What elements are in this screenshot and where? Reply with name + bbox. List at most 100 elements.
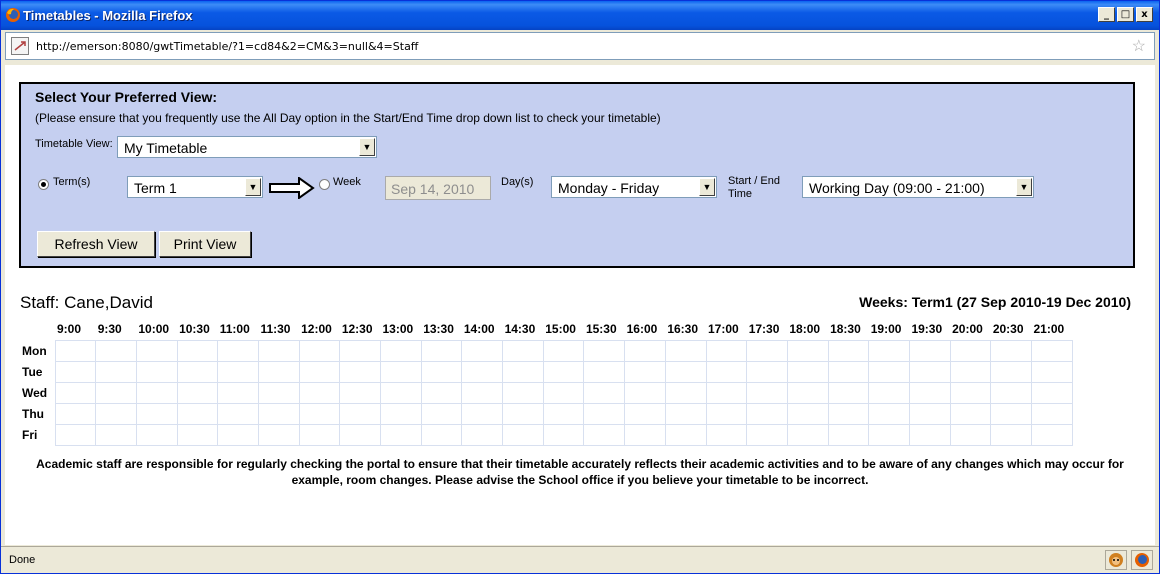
timetable-cell[interactable] <box>908 402 951 425</box>
timetable-cell[interactable] <box>583 339 626 362</box>
timetable-cell[interactable] <box>1031 381 1073 404</box>
timetable-cell[interactable] <box>135 339 178 362</box>
timetable-cell[interactable] <box>176 360 219 383</box>
timetable-cell[interactable] <box>827 402 870 425</box>
timetable-cell[interactable] <box>298 423 341 446</box>
timetable-cell[interactable] <box>95 402 137 425</box>
timetable-cell[interactable] <box>908 423 951 446</box>
timetable-cell[interactable] <box>1031 423 1073 446</box>
timetable-cell[interactable] <box>95 360 137 383</box>
timetable-cell[interactable] <box>420 339 463 362</box>
timetable-cell[interactable] <box>420 423 463 446</box>
timetable-cell[interactable] <box>664 339 707 362</box>
chevron-down-icon[interactable]: ▼ <box>699 178 715 196</box>
timetable-cell[interactable] <box>257 381 300 404</box>
timetable-cell[interactable] <box>624 402 666 425</box>
url-text[interactable]: http://emerson:8080/gwtTimetable/?1=cd84… <box>36 40 418 53</box>
timetable-cell[interactable] <box>298 381 341 404</box>
timetable-cell[interactable] <box>990 381 1032 404</box>
timetable-cell[interactable] <box>664 381 707 404</box>
timetable-cell[interactable] <box>298 402 341 425</box>
timetable-cell[interactable] <box>746 360 788 383</box>
timetable-cell[interactable] <box>1031 402 1073 425</box>
timetable-cell[interactable] <box>176 381 219 404</box>
timetable-cell[interactable] <box>827 423 870 446</box>
timetable-cell[interactable] <box>135 402 178 425</box>
timetable-cell[interactable] <box>705 402 748 425</box>
start-end-time-select[interactable]: Working Day (09:00 - 21:00) ▼ <box>802 176 1034 198</box>
timetable-cell[interactable] <box>461 423 504 446</box>
timetable-cell[interactable] <box>380 381 422 404</box>
timetable-view-select[interactable]: My Timetable ▼ <box>117 136 377 158</box>
timetable-cell[interactable] <box>339 381 381 404</box>
week-radio[interactable] <box>319 179 330 190</box>
timetable-cell[interactable] <box>746 339 788 362</box>
timetable-cell[interactable] <box>868 360 910 383</box>
timetable-cell[interactable] <box>949 423 992 446</box>
timetable-cell[interactable] <box>257 360 300 383</box>
timetable-cell[interactable] <box>583 381 626 404</box>
week-date-input[interactable]: Sep 14, 2010 <box>385 176 491 200</box>
timetable-cell[interactable] <box>502 381 544 404</box>
timetable-cell[interactable] <box>257 402 300 425</box>
timetable-cell[interactable] <box>705 381 748 404</box>
timetable-cell[interactable] <box>217 423 259 446</box>
timetable-cell[interactable] <box>176 423 219 446</box>
timetable-cell[interactable] <box>868 402 910 425</box>
close-button[interactable]: x <box>1136 7 1153 22</box>
timetable-cell[interactable] <box>705 423 748 446</box>
timetable-cell[interactable] <box>1031 360 1073 383</box>
timetable-cell[interactable] <box>908 360 951 383</box>
maximize-button[interactable]: □ <box>1117 7 1134 22</box>
timetable-cell[interactable] <box>420 360 463 383</box>
timetable-cell[interactable] <box>54 381 97 404</box>
star-icon[interactable]: ☆ <box>1132 36 1146 56</box>
timetable-cell[interactable] <box>624 381 666 404</box>
timetable-cell[interactable] <box>176 339 219 362</box>
timetable-cell[interactable] <box>624 339 666 362</box>
minimize-button[interactable]: _ <box>1098 7 1115 22</box>
timetable-cell[interactable] <box>135 381 178 404</box>
timetable-cell[interactable] <box>746 402 788 425</box>
timetable-cell[interactable] <box>583 402 626 425</box>
timetable-cell[interactable] <box>257 339 300 362</box>
timetable-cell[interactable] <box>705 339 748 362</box>
chevron-down-icon[interactable]: ▼ <box>1016 178 1032 196</box>
timetable-cell[interactable] <box>54 402 97 425</box>
timetable-cell[interactable] <box>705 360 748 383</box>
timetable-cell[interactable] <box>298 339 341 362</box>
timetable-cell[interactable] <box>868 339 910 362</box>
timetable-cell[interactable] <box>461 402 504 425</box>
timetable-cell[interactable] <box>624 423 666 446</box>
timetable-cell[interactable] <box>95 423 137 446</box>
timetable-cell[interactable] <box>786 402 829 425</box>
timetable-cell[interactable] <box>786 360 829 383</box>
timetable-cell[interactable] <box>827 360 870 383</box>
timetable-cell[interactable] <box>583 423 626 446</box>
timetable-cell[interactable] <box>135 423 178 446</box>
chevron-down-icon[interactable]: ▼ <box>245 178 261 196</box>
timetable-cell[interactable] <box>583 360 626 383</box>
timetable-cell[interactable] <box>420 402 463 425</box>
timetable-cell[interactable] <box>990 423 1032 446</box>
timetable-cell[interactable] <box>542 402 585 425</box>
timetable-cell[interactable] <box>339 423 381 446</box>
timetable-cell[interactable] <box>461 381 504 404</box>
timetable-cell[interactable] <box>502 360 544 383</box>
timetable-cell[interactable] <box>339 360 381 383</box>
timetable-cell[interactable] <box>502 402 544 425</box>
timetable-cell[interactable] <box>949 381 992 404</box>
timetable-cell[interactable] <box>746 423 788 446</box>
timetable-cell[interactable] <box>54 360 97 383</box>
title-bar[interactable]: Timetables - Mozilla Firefox _ □ x <box>1 1 1159 30</box>
timetable-cell[interactable] <box>542 339 585 362</box>
timetable-cell[interactable] <box>380 423 422 446</box>
timetable-cell[interactable] <box>461 339 504 362</box>
timetable-cell[interactable] <box>990 402 1032 425</box>
timetable-cell[interactable] <box>217 381 259 404</box>
timetable-cell[interactable] <box>664 360 707 383</box>
firefox-status-icon[interactable] <box>1131 550 1153 570</box>
timetable-cell[interactable] <box>502 423 544 446</box>
timetable-cell[interactable] <box>217 402 259 425</box>
timetable-cell[interactable] <box>1031 339 1073 362</box>
